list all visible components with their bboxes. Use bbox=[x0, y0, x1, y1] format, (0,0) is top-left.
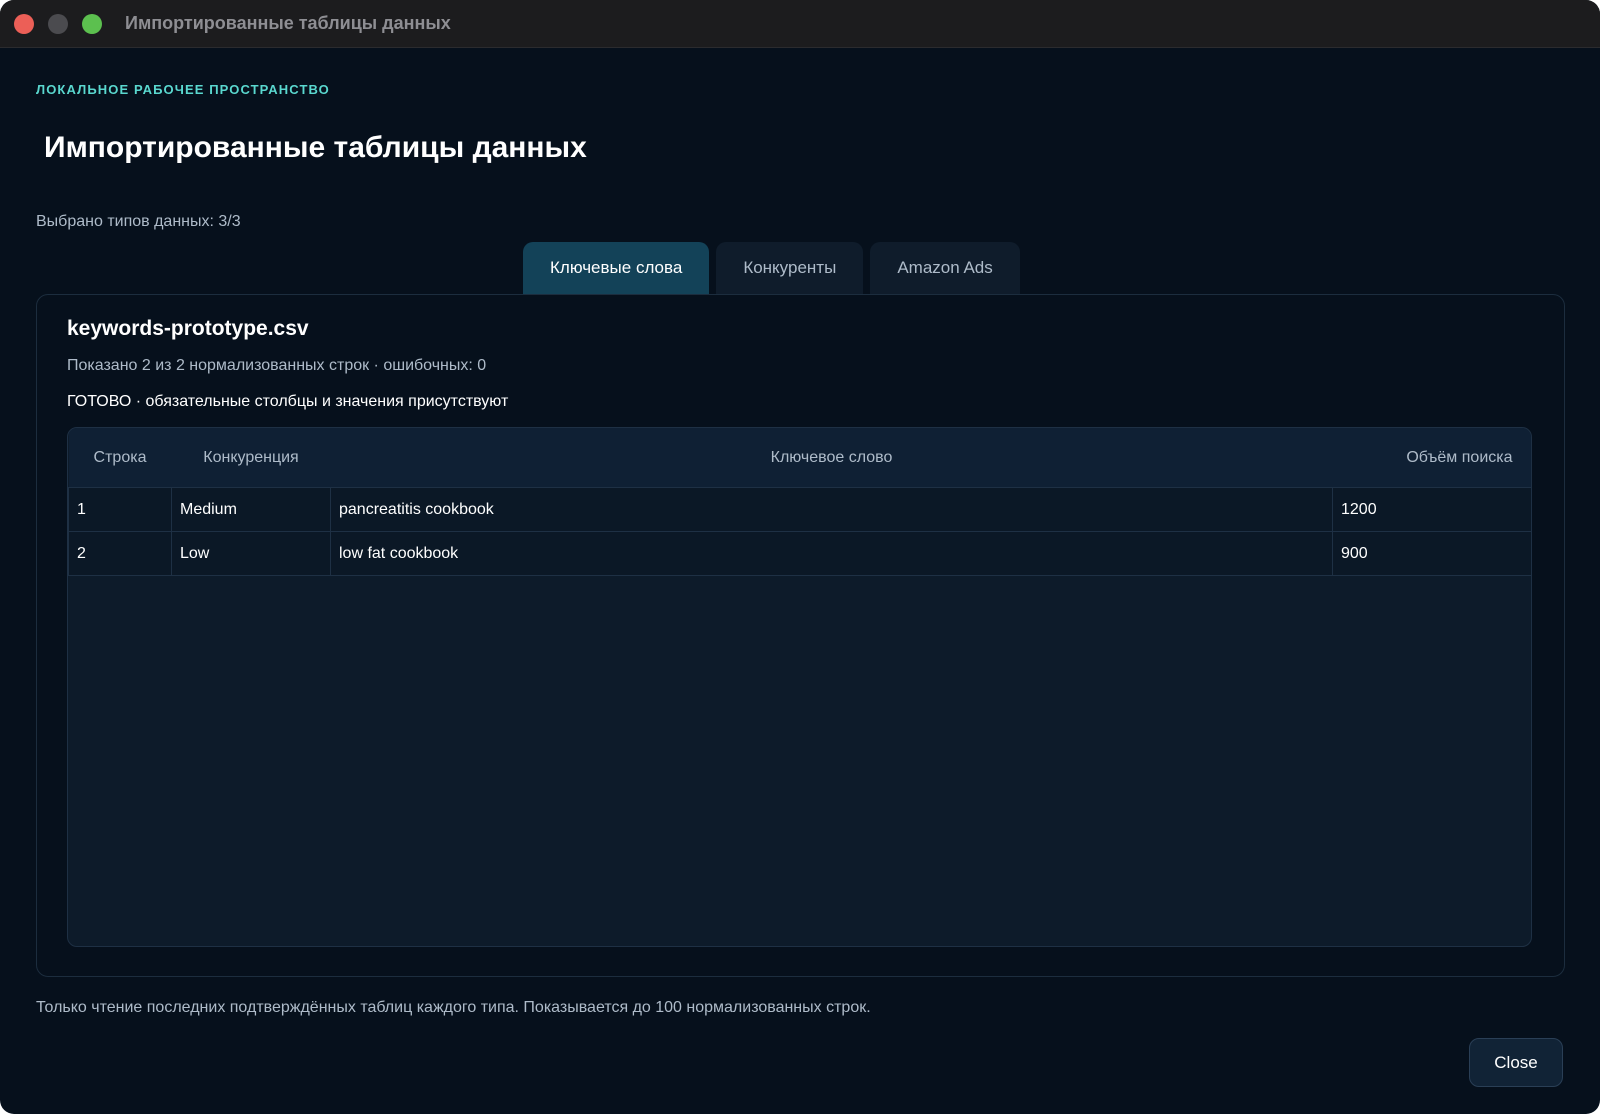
table-row: 2 Low low fat cookbook 900 bbox=[68, 531, 1531, 576]
cell-keyword: low fat cookbook bbox=[330, 531, 1333, 576]
rows-summary: Показано 2 из 2 нормализованных строк · … bbox=[67, 357, 487, 374]
data-table-container[interactable]: Строка Конкуренция Ключевое слово Объём … bbox=[67, 427, 1532, 947]
workspace-label: ЛОКАЛЬНОЕ РАБОЧЕЕ ПРОСТРАНСТВО bbox=[36, 82, 330, 97]
selection-summary: Выбрано типов данных: 3/3 bbox=[36, 213, 241, 230]
page-title: Импортированные таблицы данных bbox=[44, 131, 587, 164]
title-bar: Импортированные таблицы данных bbox=[0, 0, 1600, 48]
cell-search-volume: 1200 bbox=[1332, 487, 1531, 532]
table-panel: keywords-prototype.csv Показано 2 из 2 н… bbox=[36, 294, 1565, 977]
column-header-row-number: Строка bbox=[68, 428, 172, 488]
column-header-search-volume: Объём поиска bbox=[1332, 428, 1531, 488]
window-title: Импортированные таблицы данных bbox=[125, 13, 451, 33]
cell-competition: Medium bbox=[171, 487, 331, 532]
file-name: keywords-prototype.csv bbox=[67, 317, 309, 340]
column-header-keyword: Ключевое слово bbox=[330, 428, 1333, 488]
tab-keywords[interactable]: Ключевые слова bbox=[523, 242, 710, 294]
tab-amazon-ads[interactable]: Amazon Ads bbox=[870, 242, 1020, 294]
table-row: 1 Medium pancreatitis cookbook 1200 bbox=[68, 487, 1531, 532]
window-zoom-button[interactable] bbox=[82, 14, 102, 34]
cell-competition: Low bbox=[171, 531, 331, 576]
cell-search-volume: 900 bbox=[1332, 531, 1531, 576]
footer-note: Только чтение последних подтверждённых т… bbox=[36, 999, 871, 1016]
app-window: Импортированные таблицы данных ЛОКАЛЬНОЕ… bbox=[0, 0, 1600, 1114]
window-close-button[interactable] bbox=[14, 14, 34, 34]
data-type-tabs: Ключевые слова Конкуренты Amazon Ads bbox=[523, 242, 1020, 294]
data-table: Строка Конкуренция Ключевое слово Объём … bbox=[68, 428, 1531, 576]
window-minimize-button[interactable] bbox=[48, 14, 68, 34]
cell-keyword: pancreatitis cookbook bbox=[330, 487, 1333, 532]
tab-competitors[interactable]: Конкуренты bbox=[716, 242, 864, 294]
status-message: ГОТОВО · обязательные столбцы и значения… bbox=[67, 393, 509, 410]
close-button[interactable]: Close bbox=[1469, 1038, 1563, 1087]
table-header-row: Строка Конкуренция Ключевое слово Объём … bbox=[68, 428, 1531, 488]
cell-row-number: 1 bbox=[68, 487, 172, 532]
cell-row-number: 2 bbox=[68, 531, 172, 576]
column-header-competition: Конкуренция bbox=[171, 428, 331, 488]
